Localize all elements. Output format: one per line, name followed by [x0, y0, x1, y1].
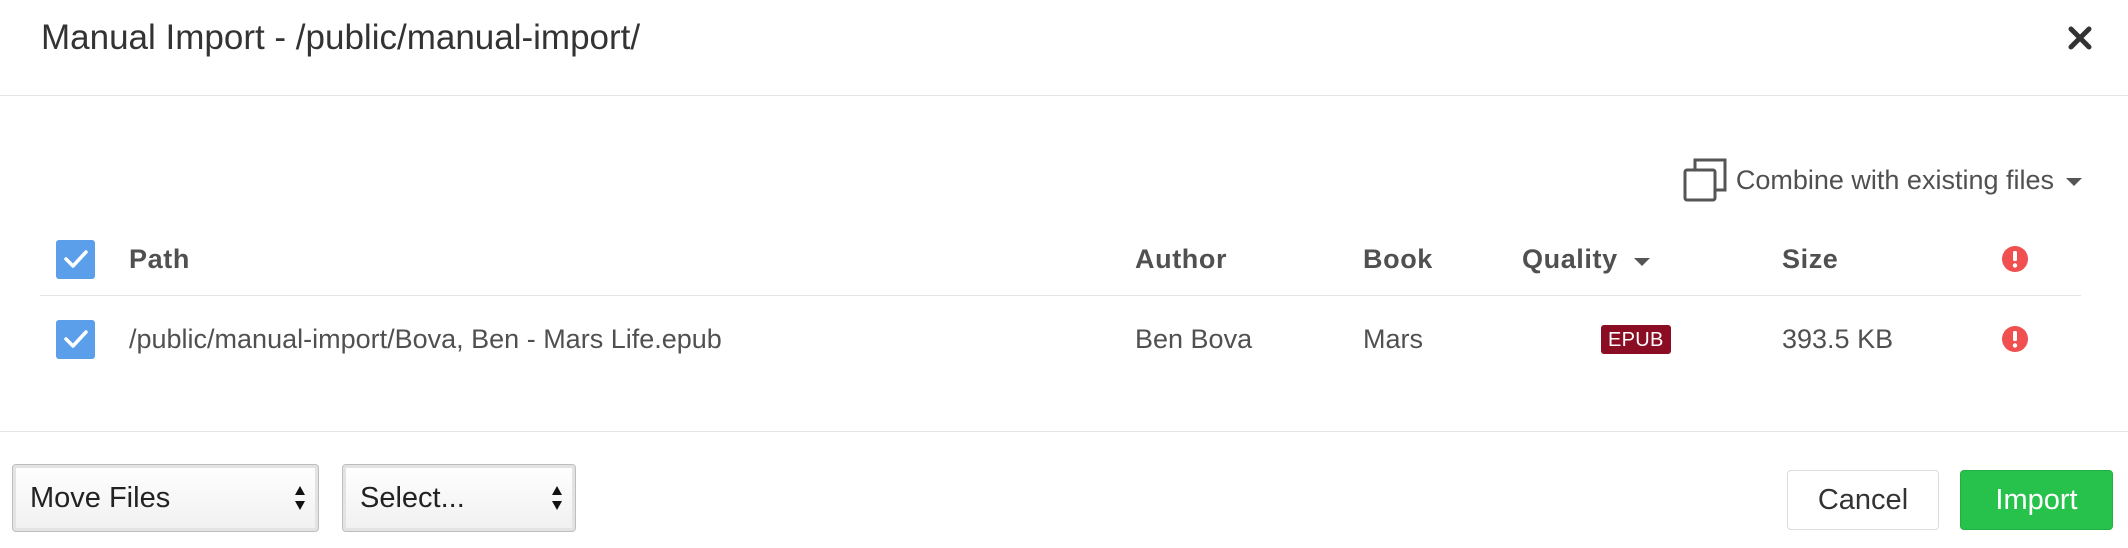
row-select-cell [56, 304, 95, 374]
exclamation-circle-icon [2002, 326, 2028, 352]
import-files-table: Path Author Book Quality Size /public/ma… [40, 224, 2081, 366]
close-button[interactable] [2060, 18, 2100, 58]
column-header-status [2001, 224, 2029, 294]
import-mode-select[interactable]: Move Files [12, 464, 319, 532]
modal-header: Manual Import - /public/manual-import/ [0, 0, 2128, 96]
copy-icon [1683, 158, 1727, 202]
row-select-checkbox[interactable] [56, 319, 95, 359]
quality-badge: EPUB [1601, 324, 1671, 354]
manual-import-modal: Manual Import - /public/manual-import/ C… [0, 0, 2128, 548]
sort-descending-icon [1633, 258, 1650, 266]
row-author[interactable]: Ben Bova [1135, 304, 1252, 374]
import-mode-value: Move Files [30, 481, 171, 514]
column-header-size[interactable]: Size [1782, 224, 1838, 294]
select-arrows-icon [552, 486, 562, 510]
close-icon [2068, 26, 2092, 50]
column-header-path[interactable]: Path [129, 224, 190, 294]
row-size: 393.5 KB [1782, 323, 1894, 354]
row-status[interactable] [2001, 304, 2029, 374]
modal-footer: Move Files Select... Cancel Import [0, 431, 2128, 548]
column-header-author[interactable]: Author [1135, 224, 1227, 294]
combine-files-label: Combine with existing files [1735, 165, 2054, 195]
row-book[interactable]: Mars [1363, 304, 1423, 374]
check-icon [63, 330, 88, 348]
column-header-quality-label: Quality [1522, 243, 1618, 274]
column-header-quality[interactable]: Quality [1522, 224, 1650, 294]
select-action-select[interactable]: Select... [342, 464, 576, 532]
modal-title: Manual Import - /public/manual-import/ [41, 18, 641, 57]
row-quality[interactable]: EPUB [1601, 304, 1671, 374]
combine-files-dropdown[interactable]: Combine with existing files [1682, 158, 2082, 202]
select-all-checkbox[interactable] [56, 239, 95, 279]
import-button[interactable]: Import [1960, 470, 2113, 530]
select-arrows-icon [295, 486, 305, 510]
cancel-button[interactable]: Cancel [1787, 470, 1939, 530]
exclamation-circle-icon [2002, 246, 2028, 272]
select-all-cell [56, 224, 95, 294]
check-icon [63, 250, 88, 268]
select-action-value: Select... [360, 481, 465, 514]
caret-down-icon [2066, 178, 2082, 186]
row-path: /public/manual-import/Bova, Ben - Mars L… [129, 323, 722, 354]
table-row[interactable]: /public/manual-import/Bova, Ben - Mars L… [40, 296, 2081, 366]
table-header: Path Author Book Quality Size [40, 224, 2081, 296]
column-header-book[interactable]: Book [1363, 224, 1433, 294]
